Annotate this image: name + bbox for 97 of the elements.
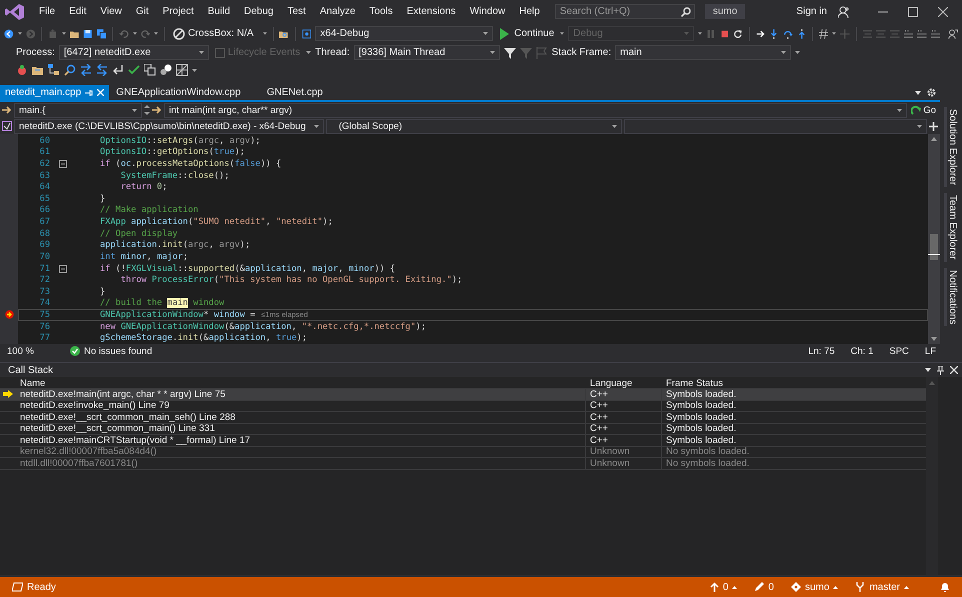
side-panel-tab[interactable]: Solution Explorer xyxy=(944,107,958,188)
repository-button[interactable]: sumo xyxy=(784,582,844,592)
issues-status: No issues found xyxy=(84,346,152,356)
table-cell-text: Symbols loaded. xyxy=(665,389,738,400)
table-cell: ntdll.dll!00007ffba7601781() xyxy=(16,458,586,468)
menu-item[interactable]: Edit xyxy=(62,4,94,19)
code-line: GNEApplicationWindow* window = xyxy=(99,310,256,320)
table-cell-text: No symbols loaded. xyxy=(665,446,750,457)
menu-item[interactable]: Help xyxy=(512,4,547,19)
table-cell-text: Symbols loaded. xyxy=(665,400,738,411)
configuration-dropdown[interactable]: x64-Debug xyxy=(315,26,494,41)
document-tab[interactable]: GNENet.cpp xyxy=(262,85,328,100)
menu-item[interactable]: Debug xyxy=(237,4,280,19)
code-line: OptionsIO::setArgs(argc, argv); xyxy=(99,136,260,146)
whitespace-mode: SPC xyxy=(889,346,909,356)
table-cell-text: Symbols loaded. xyxy=(665,435,738,446)
menu-item[interactable]: Build xyxy=(200,4,238,19)
line-number: 62 xyxy=(38,159,51,170)
sign-in-link[interactable]: Sign in xyxy=(789,4,834,19)
column-header[interactable]: Name xyxy=(16,378,586,388)
code-line: // build the main window xyxy=(99,298,224,308)
code-line: if (!FXGLVisual::supported(&application, major, minor)) { xyxy=(99,264,396,274)
code-line: // Make application xyxy=(99,205,198,216)
process-dropdown[interactable]: [6472] neteditD.exe xyxy=(58,45,209,60)
call-stack-row[interactable]: ntdll.dll!00007ffba7601781() Unknown No symbols loaded. xyxy=(0,457,926,470)
line-number: 76 xyxy=(38,322,51,332)
search-field[interactable]: Search (Ctrl+Q) xyxy=(554,4,695,19)
table-cell-text: Symbols loaded. xyxy=(665,424,738,434)
line-number: 72 xyxy=(38,275,51,286)
code-line: SystemFrame::close(); xyxy=(120,170,230,181)
menu-item[interactable]: Analyze xyxy=(312,4,362,19)
menu-item[interactable]: Test xyxy=(280,4,313,19)
menu-item[interactable]: Tools xyxy=(362,4,400,19)
thread-label: Thread: xyxy=(315,47,350,58)
stack-frame-label: Stack Frame: xyxy=(552,47,612,58)
code-line: FXApp application("SUMO netedit", "netedit"); xyxy=(99,217,333,228)
stack-frame-dropdown[interactable]: main xyxy=(615,45,792,60)
code-line: // Open display xyxy=(99,228,178,239)
solution-name: sumo xyxy=(704,4,746,19)
project-dropdown[interactable]: neteditD.exe (C:\DEVLIBS\Cpp\sumo\bin\neteditD.exe) - x64-Debug xyxy=(14,118,324,134)
scope-dropdown[interactable]: (Global Scope) xyxy=(326,118,622,134)
line-number: 64 xyxy=(38,182,51,192)
line-number: 74 xyxy=(38,298,51,308)
line-number: 66 xyxy=(38,205,51,216)
status-text: Ready xyxy=(27,582,56,592)
process-label: Process: xyxy=(16,47,55,58)
menu-item[interactable]: View xyxy=(93,4,129,19)
menu-item[interactable]: Extensions xyxy=(400,4,463,19)
code-line: throw ProcessError("This system has no OpenGL support. Exiting."); xyxy=(120,275,462,286)
line-number: 71 xyxy=(38,264,51,274)
document-tab[interactable]: GNEApplicationWindow.cpp xyxy=(111,85,246,100)
call-stack-row[interactable]: neteditD.exe!main(int argc, char * * argv) Line 75 C++ Symbols loaded. xyxy=(0,388,926,400)
line-number: 61 xyxy=(38,147,51,158)
menu-item[interactable]: Git xyxy=(128,4,156,19)
scope-dropdown[interactable]: main.{ xyxy=(14,102,142,118)
line-number: 77 xyxy=(38,333,51,344)
branch-button[interactable]: master xyxy=(849,582,915,592)
code-line: } xyxy=(99,194,106,204)
line-number: 65 xyxy=(38,194,51,204)
line-position: Ln: 75 xyxy=(808,346,835,356)
column-header[interactable]: Language xyxy=(586,378,662,388)
code-line: int minor, major; xyxy=(99,252,188,262)
function-dropdown[interactable]: int main(int argc, char** argv) xyxy=(164,102,908,118)
code-line: if (oc.processMetaOptions(false)) { xyxy=(99,159,282,170)
line-ending: LF xyxy=(924,346,936,356)
menu-item[interactable]: File xyxy=(32,4,62,19)
column-header[interactable]: Frame Status xyxy=(662,378,926,388)
line-number: 75 xyxy=(38,310,51,320)
code-line: new GNEApplicationWindow(&application, "*.netc.cfg,*.netccfg"); xyxy=(99,322,426,332)
table-cell-text: No symbols loaded. xyxy=(665,458,750,468)
line-number: 73 xyxy=(38,286,51,297)
line-number: 69 xyxy=(38,240,51,250)
panel-title: Call Stack xyxy=(8,364,54,376)
line-number: 67 xyxy=(38,217,51,228)
crossbox-button[interactable]: CrossBox: N/A xyxy=(170,28,259,40)
go-button[interactable]: Go xyxy=(909,104,938,116)
line-number: 68 xyxy=(38,228,51,239)
code-line: OptionsIO::getOptions(true); xyxy=(99,147,245,158)
code-line: return 0; xyxy=(120,182,168,192)
table-cell: Unknown xyxy=(586,458,662,468)
line-number: 63 xyxy=(38,170,51,181)
side-panel-tab[interactable]: Notifications xyxy=(944,268,958,326)
continue-button[interactable]: Continue xyxy=(497,28,556,40)
code-line: } xyxy=(99,286,106,297)
line-number: 60 xyxy=(38,136,51,146)
menu-item[interactable]: Project xyxy=(156,4,201,19)
line-number: 70 xyxy=(38,252,51,262)
code-line: application.init(argc, argv); xyxy=(99,240,250,250)
zoom-dropdown[interactable]: 100 % xyxy=(4,346,44,356)
code-line: gSchemeStorage.init(&application, true); xyxy=(99,333,308,344)
changes-count-button[interactable]: 0 xyxy=(748,582,780,592)
table-cell-text: Symbols loaded. xyxy=(665,412,738,422)
push-count-button[interactable]: 0 xyxy=(704,582,744,592)
side-panel-tab[interactable]: Team Explorer xyxy=(944,193,958,262)
thread-dropdown[interactable]: [9336] Main Thread xyxy=(354,45,500,60)
menu-item[interactable]: Window xyxy=(462,4,512,19)
column-position: Ch: 1 xyxy=(850,346,874,356)
